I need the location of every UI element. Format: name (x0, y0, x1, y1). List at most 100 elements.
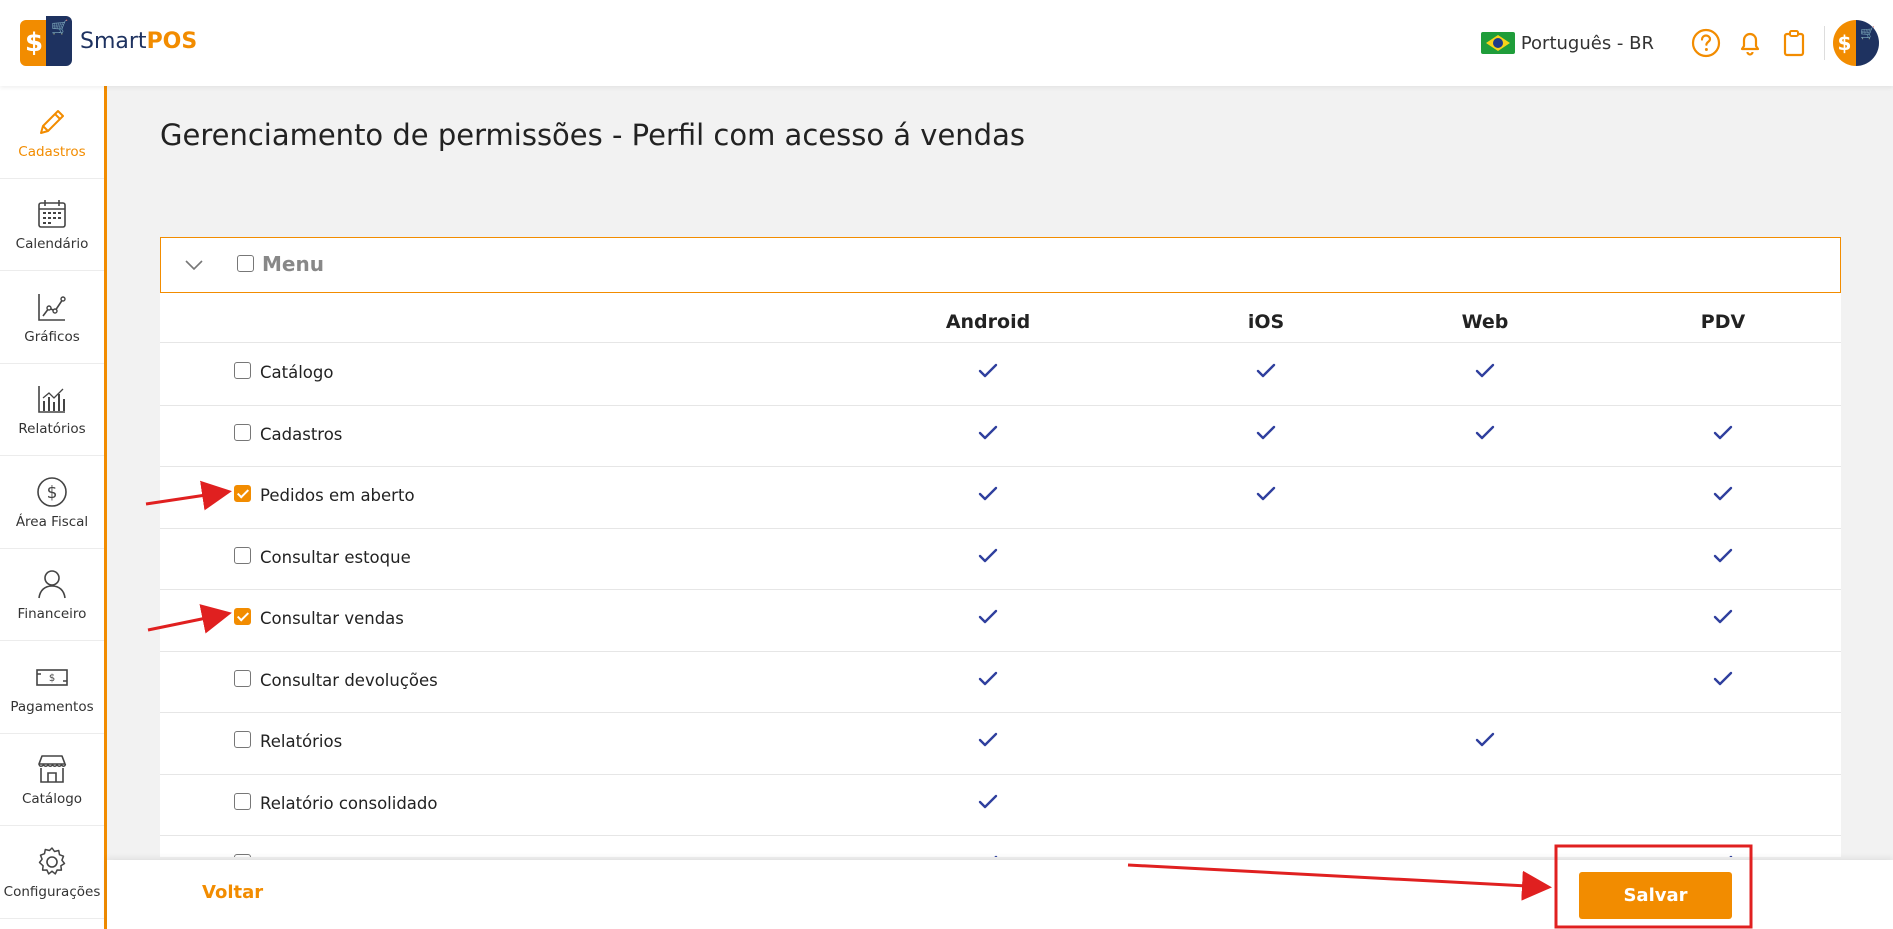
permission-label: Relatório consolidado (260, 793, 438, 813)
checkmark-icon (1256, 363, 1276, 378)
platform-column-headers: Android iOS Web PDV (160, 303, 1841, 343)
checkmark-icon (978, 609, 998, 624)
permission-label: Fi... (260, 855, 289, 857)
sidebar-item-configuracoes[interactable]: Configurações (0, 826, 104, 919)
checkmark-icon (978, 732, 998, 747)
sidebar-item-label: Catálogo (21, 791, 83, 808)
checkmark-icon (1475, 363, 1495, 378)
help-icon[interactable] (1689, 26, 1723, 60)
person-icon (34, 566, 70, 602)
checkmark-icon (978, 363, 998, 378)
menu-select-all-checkbox[interactable] (237, 255, 254, 272)
sidebar-item-catalogo[interactable]: Catálogo (0, 734, 104, 826)
permission-checkbox[interactable] (234, 423, 251, 441)
permission-label: Consultar estoque (260, 547, 411, 567)
permission-row: Catálogo (160, 344, 1841, 406)
permission-label: Consultar devoluções (260, 670, 438, 690)
permission-row: Relatórios (160, 713, 1841, 775)
column-ios: iOS (1247, 311, 1285, 333)
top-bar: $ 🛒 SmartPOS Português - BR $ 🛒 (0, 0, 1893, 86)
sidebar-item-area-fiscal[interactable]: $ Área Fiscal (0, 456, 104, 549)
checkmark-icon (978, 794, 998, 808)
line-chart-icon (34, 289, 70, 325)
permission-row: Pedidos em aberto (160, 467, 1841, 529)
brazil-flag-icon (1480, 32, 1515, 54)
user-avatar[interactable]: $ 🛒 (1833, 20, 1879, 66)
checkmark-icon (978, 671, 998, 685)
svg-text:$: $ (49, 673, 55, 684)
permission-checkbox[interactable] (234, 485, 251, 502)
permission-checkbox[interactable] (234, 731, 251, 748)
checkmark-icon (1475, 732, 1495, 747)
checkmark-icon (1713, 486, 1733, 501)
svg-text:$: $ (47, 483, 58, 503)
permission-checkbox[interactable] (234, 792, 251, 810)
sidebar-item-relatorios[interactable]: Relatórios (0, 364, 104, 456)
permission-label: Pedidos em aberto (260, 486, 415, 505)
permission-checkbox[interactable] (234, 608, 251, 625)
column-pdv: PDV (1700, 311, 1746, 333)
banknote-icon: $ (34, 659, 70, 695)
sidebar-item-pagamentos[interactable]: $ Pagamentos (0, 641, 104, 734)
save-button[interactable]: Salvar (1579, 872, 1732, 919)
checkmark-icon (1713, 548, 1733, 562)
page-title: Gerenciamento de permissões - Perfil com… (160, 118, 1025, 152)
language-selector[interactable]: Português - BR (1480, 32, 1654, 54)
sidebar-item-calendario[interactable]: Calendário (0, 179, 104, 271)
permission-label: Cadastros (260, 424, 343, 444)
clipboard-icon[interactable] (1777, 26, 1811, 60)
logo-mark: $ 🛒 (20, 16, 72, 66)
checkmark-icon (978, 486, 998, 501)
permission-label: Consultar vendas (260, 609, 404, 628)
checkmark-icon (978, 425, 998, 439)
permissions-panel: Menu Android iOS Web PDV Catálogo Cadastr… (160, 237, 1841, 857)
sidebar-item-label: Cadastros (18, 143, 86, 160)
permission-row: Relatório consolidado (160, 775, 1841, 836)
sidebar-item-label: Financeiro (17, 606, 87, 623)
column-web: Web (1461, 311, 1509, 333)
checkmark-icon (1475, 425, 1495, 439)
language-label: Português - BR (1520, 32, 1654, 54)
sidebar-item-label: Área Fiscal (15, 513, 89, 530)
checkmark-icon (978, 548, 998, 562)
sidebar: Cadastros Calendário Gráficos Relatórios… (0, 86, 107, 929)
checkmark-icon (1713, 671, 1733, 685)
permission-checkbox[interactable] (234, 546, 251, 564)
column-android: Android (945, 311, 1031, 333)
pencil-icon (34, 104, 70, 140)
header-divider (1824, 26, 1825, 60)
calendar-icon (34, 196, 70, 232)
store-icon (34, 751, 70, 787)
permission-checkbox[interactable] (234, 669, 251, 687)
logo-text: SmartPOS (80, 28, 198, 54)
menu-section-header[interactable]: Menu (160, 237, 1841, 293)
permission-row: Cadastros (160, 406, 1841, 467)
permission-label: Catálogo (260, 363, 334, 382)
permission-checkbox[interactable] (234, 362, 251, 379)
permission-checkbox[interactable] (234, 854, 251, 857)
checkmark-icon (1256, 486, 1276, 501)
sidebar-item-graficos[interactable]: Gráficos (0, 271, 104, 364)
menu-section-label: Menu (262, 252, 324, 276)
permission-row: Consultar devoluções (160, 652, 1841, 713)
permission-row: Consultar vendas (160, 590, 1841, 652)
footer-bar: Voltar Salvar (107, 860, 1893, 929)
back-button[interactable]: Voltar (202, 882, 263, 903)
bar-chart-icon (34, 381, 70, 417)
sidebar-item-label: Configurações (3, 883, 101, 900)
bell-icon[interactable] (1733, 26, 1767, 60)
smartpos-logo[interactable]: $ 🛒 SmartPOS (20, 16, 197, 66)
permission-label: Relatórios (260, 732, 343, 751)
permission-row: Consultar estoque (160, 529, 1841, 590)
gear-icon (34, 844, 70, 880)
chevron-down-icon[interactable] (183, 254, 205, 276)
sidebar-item-label: Gráficos (24, 328, 80, 345)
checkmark-icon (1713, 425, 1733, 439)
checkmark-icon (1256, 425, 1276, 439)
permission-row: Fi... (160, 836, 1841, 857)
sidebar-item-cadastros[interactable]: Cadastros (0, 86, 104, 179)
sidebar-item-label: Calendário (15, 236, 89, 253)
sidebar-item-financeiro[interactable]: Financeiro (0, 549, 104, 641)
checkmark-icon (1713, 609, 1733, 624)
checkmark-icon (1729, 855, 1733, 857)
